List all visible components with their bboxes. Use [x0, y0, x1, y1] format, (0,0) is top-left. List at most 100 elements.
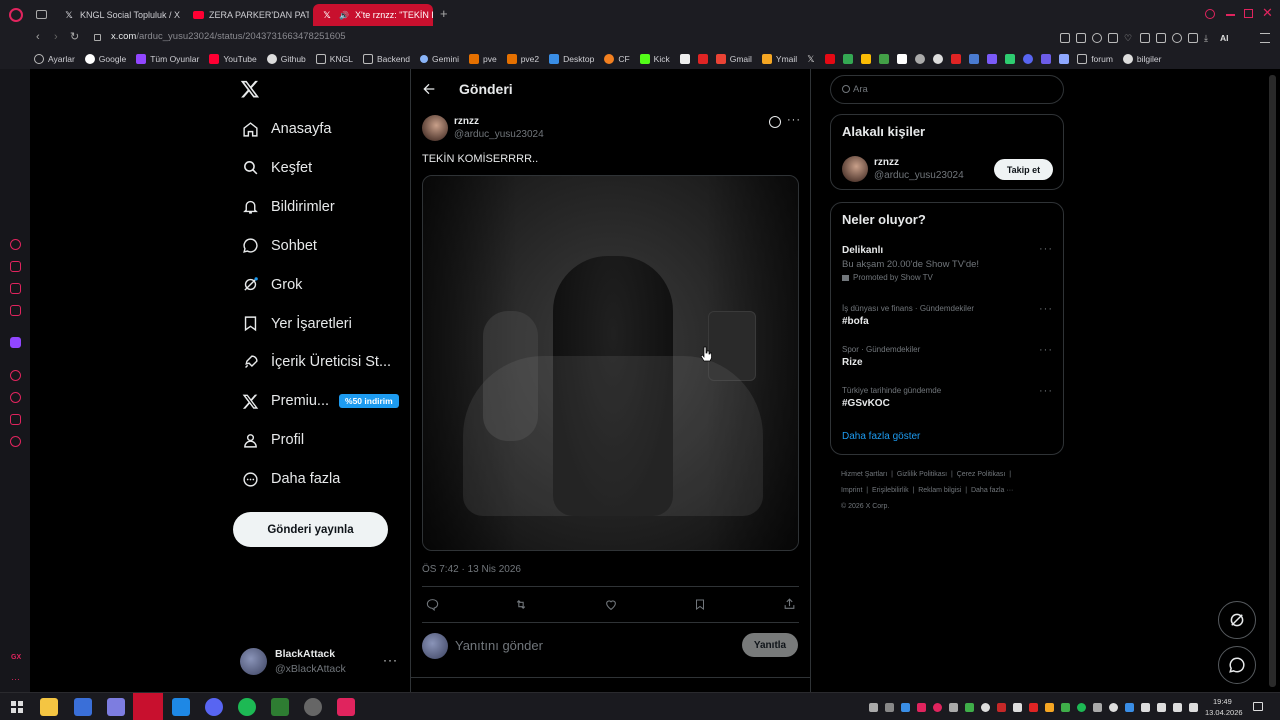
bookmark-icon-only[interactable]: [1023, 54, 1034, 64]
sidebar-icon[interactable]: [10, 305, 21, 316]
tray-icon[interactable]: [997, 703, 1006, 712]
bookmark-icon-only[interactable]: [1059, 54, 1070, 64]
tray-icon[interactable]: [1125, 703, 1134, 712]
tab-overview-icon[interactable]: [36, 10, 47, 19]
nav-item-grok[interactable]: Grok: [241, 270, 302, 300]
tray-icon[interactable]: [1141, 703, 1150, 712]
reply-icon[interactable]: [426, 598, 439, 612]
settings-icon[interactable]: [10, 436, 21, 447]
extension-icon[interactable]: [1172, 33, 1182, 43]
menu-icon[interactable]: [1260, 33, 1270, 43]
bookmark-youtube[interactable]: YouTube: [209, 54, 257, 64]
follow-button[interactable]: Takip et: [994, 159, 1053, 180]
bookmark-tum-oyunlar[interactable]: Tüm Oyunlar: [136, 54, 199, 64]
tray-icon[interactable]: [1189, 703, 1198, 712]
sidebar-icon[interactable]: [10, 370, 21, 381]
more-icon[interactable]: ···: [787, 114, 801, 126]
nav-item-chat[interactable]: Sohbet: [241, 231, 317, 261]
extension-icon[interactable]: [1108, 33, 1118, 43]
bookmark-google[interactable]: Google: [84, 54, 126, 64]
more-icon[interactable]: ···: [1039, 243, 1053, 255]
bookmark-icon-only[interactable]: [825, 54, 836, 64]
app-icon[interactable]: [337, 698, 355, 716]
extension-icon[interactable]: [1188, 33, 1198, 43]
bookmark-desktop[interactable]: Desktop: [549, 54, 594, 64]
bookmark-icon-only[interactable]: [879, 54, 890, 64]
chat-float-button[interactable]: [1218, 646, 1256, 684]
more-icon[interactable]: ···: [1039, 385, 1053, 397]
back-arrow-icon[interactable]: [421, 81, 437, 97]
back-icon[interactable]: ‹: [36, 31, 40, 43]
volume-icon[interactable]: [1173, 703, 1182, 712]
bookmark-icon-only[interactable]: [843, 54, 854, 64]
trend-item-promoted[interactable]: Delikanlı Bu akşam 20.00'de Show TV'de! …: [842, 245, 1054, 282]
footer-link[interactable]: Çerez Politikası: [957, 471, 1006, 478]
trend-item[interactable]: Spor · Gündemdekiler Rize: [842, 345, 1042, 368]
opera-logo-icon[interactable]: [9, 8, 23, 22]
bookmark-ymail[interactable]: Ymail: [761, 54, 797, 64]
download-icon[interactable]: ⤓: [1204, 33, 1214, 43]
x-logo-icon[interactable]: [240, 79, 260, 99]
tray-icon[interactable]: [1093, 703, 1102, 712]
tab-kngl[interactable]: 𝕏 KNGL Social Topluluk / X: [55, 4, 180, 26]
bookmark-backend[interactable]: Backend: [362, 54, 410, 64]
sidebar-icon[interactable]: [10, 414, 21, 425]
grok-icon[interactable]: [769, 116, 781, 128]
bookmark-pve2[interactable]: pve2: [506, 54, 539, 64]
bookmark-kngl[interactable]: KNGL: [315, 54, 353, 64]
tray-icon[interactable]: [869, 703, 878, 712]
reply-input[interactable]: Yanıtını gönder: [455, 638, 725, 653]
tray-icon[interactable]: [1013, 703, 1022, 712]
trend-item[interactable]: İş dünyası ve finans · Gündemdekiler #bo…: [842, 304, 1042, 327]
bookmark-github[interactable]: Github: [266, 54, 306, 64]
more-icon[interactable]: ···: [383, 653, 398, 667]
bookmark-icon-only[interactable]: [861, 54, 872, 64]
reload-icon[interactable]: ↻: [70, 30, 79, 43]
related-name[interactable]: rznzz: [874, 157, 899, 168]
bookmark-icon[interactable]: [694, 598, 706, 611]
sidebar-gx-label[interactable]: GX: [11, 654, 21, 661]
nav-item-bell[interactable]: Bildirimler: [241, 192, 335, 222]
bookmark-icon-only[interactable]: 𝕏: [807, 54, 817, 64]
post-timestamp[interactable]: ÖS 7:42 · 13 Nis 2026: [422, 564, 521, 575]
discord-icon[interactable]: [205, 698, 223, 716]
bookmark-icon-only[interactable]: [987, 54, 998, 64]
repost-icon[interactable]: [514, 598, 528, 611]
nav-item-more-circle[interactable]: Daha fazla: [241, 464, 340, 494]
footer-link[interactable]: Reklam bilgisi: [918, 487, 961, 494]
app-icon[interactable]: [271, 698, 289, 716]
nav-item-home[interactable]: Anasayfa: [241, 114, 331, 144]
twitch-icon[interactable]: [10, 337, 21, 348]
bookmark-icon-only[interactable]: [897, 54, 908, 64]
post-button[interactable]: Gönderi yayınla: [233, 512, 388, 547]
tray-icon[interactable]: [949, 703, 958, 712]
bookmark-cf[interactable]: CF: [604, 54, 630, 64]
bookmark-kick[interactable]: Kick: [639, 54, 670, 64]
more-icon[interactable]: ···: [1039, 303, 1053, 315]
trend-item[interactable]: Türkiye tarihinde gündemde #GSvKOC: [842, 386, 1042, 409]
author-avatar[interactable]: [422, 115, 448, 141]
reply-button[interactable]: Yanıtla: [742, 633, 798, 657]
tray-icon[interactable]: [1109, 703, 1118, 712]
browser-taskbar-icon[interactable]: [133, 693, 163, 720]
footer-link[interactable]: Erişilebilirlik: [872, 487, 909, 494]
file-explorer-icon[interactable]: [40, 698, 58, 716]
sidebar-icon[interactable]: [10, 261, 21, 272]
extension-icon[interactable]: [1140, 33, 1150, 43]
maximize-button[interactable]: [1244, 9, 1253, 18]
tray-icon[interactable]: [917, 703, 926, 712]
app-icon[interactable]: [107, 698, 125, 716]
author-name[interactable]: rznzz: [454, 116, 479, 127]
post-media-video[interactable]: [422, 175, 799, 551]
bookmark-icon-only[interactable]: [1005, 54, 1016, 64]
url-field[interactable]: x.com/arduc_yusu23024/status/20437316634…: [111, 31, 346, 42]
app-icon[interactable]: [74, 698, 92, 716]
notification-icon[interactable]: [1253, 702, 1263, 711]
sidebar-more-icon[interactable]: ···: [11, 674, 20, 684]
tray-icon[interactable]: [901, 703, 910, 712]
minimize-button[interactable]: [1226, 14, 1235, 16]
windows-start-icon[interactable]: [11, 701, 23, 713]
tray-icon[interactable]: [1029, 703, 1038, 712]
tray-icon[interactable]: [885, 703, 894, 712]
sidebar-icon[interactable]: [10, 283, 21, 294]
